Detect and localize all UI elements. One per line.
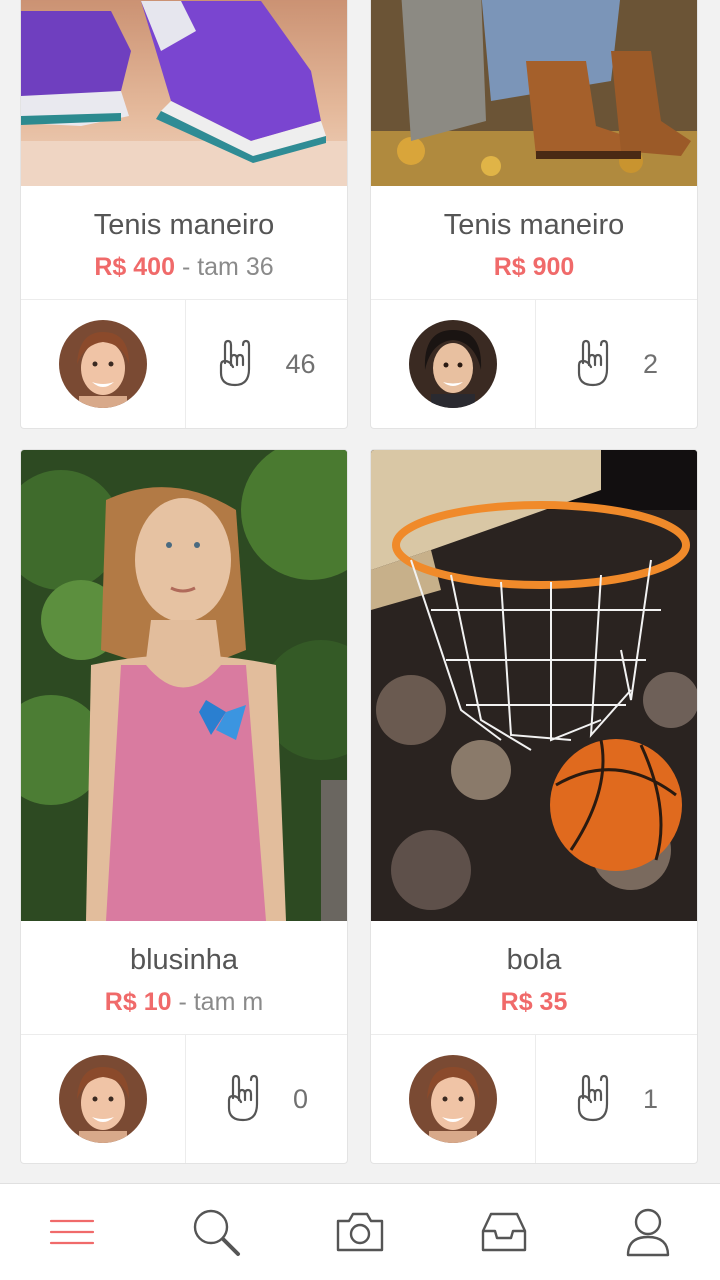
product-size: - tam 36 [181, 253, 274, 281]
like-button[interactable]: 46 [186, 300, 347, 428]
like-count: 46 [285, 348, 316, 379]
seller-avatar-button[interactable] [21, 1035, 186, 1163]
product-title: Tenis maneiro [443, 209, 625, 241]
product-card[interactable]: Tenis maneiro R$ 900 2 [370, 0, 698, 429]
product-photo-basketball[interactable] [371, 450, 697, 921]
nav-camera-button[interactable] [288, 1184, 432, 1280]
seller-avatar [409, 320, 497, 408]
like-button[interactable]: 2 [536, 300, 697, 428]
bottom-navigation [0, 1183, 720, 1280]
seller-avatar-button[interactable] [371, 300, 536, 428]
product-photo-sneakers[interactable] [21, 0, 347, 186]
product-title: Tenis maneiro [93, 209, 275, 241]
profile-icon [626, 1208, 670, 1257]
nav-inbox-button[interactable] [432, 1184, 576, 1280]
seller-avatar-button[interactable] [21, 300, 186, 428]
product-price: R$ 900 [493, 253, 575, 281]
product-feed[interactable]: Tenis maneiro R$ 400 - tam 36 46 Tenis m… [0, 0, 720, 1183]
product-size: - tam m [178, 988, 264, 1016]
seller-avatar [59, 1055, 147, 1143]
product-card[interactable]: bola R$ 35 1 [370, 449, 698, 1164]
search-icon [193, 1209, 240, 1256]
menu-icon [49, 1219, 95, 1245]
seller-avatar-button[interactable] [371, 1035, 536, 1163]
product-title: blusinha [129, 944, 239, 976]
seller-avatar [409, 1055, 497, 1143]
nav-menu-button[interactable] [0, 1184, 144, 1280]
nav-profile-button[interactable] [576, 1184, 720, 1280]
product-price: R$ 400 [94, 253, 175, 281]
product-price: R$ 10 [104, 988, 172, 1016]
inbox-icon [481, 1212, 527, 1252]
product-photo-pink-top[interactable] [21, 450, 347, 921]
like-button[interactable]: 1 [536, 1035, 697, 1163]
product-card[interactable]: Tenis maneiro R$ 400 - tam 36 46 [20, 0, 348, 429]
rock-hand-icon [577, 339, 609, 387]
product-title: bola [506, 944, 562, 976]
rock-hand-icon [220, 339, 251, 387]
camera-icon [336, 1212, 384, 1252]
product-photo-boots[interactable] [371, 0, 697, 186]
like-count: 0 [292, 1083, 309, 1114]
rock-hand-icon [577, 1074, 609, 1122]
nav-search-button[interactable] [144, 1184, 288, 1280]
product-price: R$ 35 [500, 988, 568, 1016]
like-count: 1 [642, 1083, 659, 1114]
like-count: 2 [642, 348, 659, 379]
rock-hand-icon [227, 1074, 259, 1122]
product-card[interactable]: blusinha R$ 10 - tam m 0 [20, 449, 348, 1164]
seller-avatar [59, 320, 147, 408]
like-button[interactable]: 0 [186, 1035, 347, 1163]
